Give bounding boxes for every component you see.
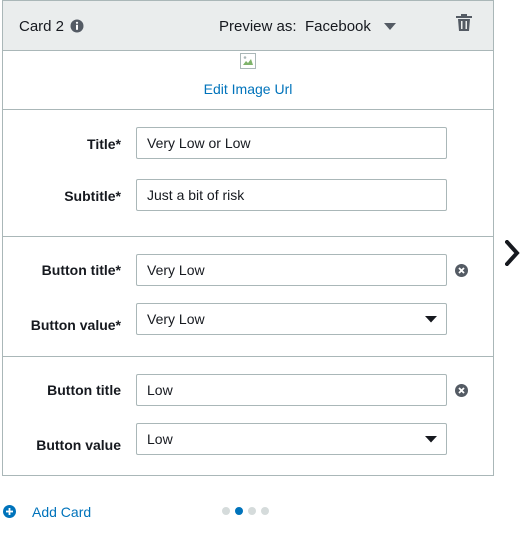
caret-down-icon[interactable] — [384, 23, 396, 31]
button-title-label: Button title* — [41, 262, 121, 278]
button-value-select[interactable]: Low — [136, 423, 447, 455]
subtitle-label: Subtitle* — [64, 188, 121, 204]
chevron-right-icon[interactable] — [505, 240, 520, 266]
button-value-selected: Low — [147, 431, 173, 447]
button-title-label: Button title — [47, 382, 121, 398]
plus-circle-icon — [3, 505, 16, 518]
card-editor: Card 2 Preview as: Facebook Edit Image U… — [2, 0, 494, 476]
pagination-dot[interactable] — [222, 507, 230, 515]
button-value-select[interactable]: Very Low — [136, 303, 447, 335]
trash-icon[interactable] — [456, 14, 472, 31]
info-icon[interactable] — [70, 19, 84, 33]
pagination-dot[interactable] — [235, 507, 243, 515]
add-card-label: Add Card — [32, 504, 92, 520]
title-section: Title* Very Low or Low Subtitle* Just a … — [3, 111, 493, 237]
remove-icon[interactable] — [455, 384, 468, 397]
preview-select[interactable]: Facebook — [305, 18, 371, 35]
image-section: Edit Image Url — [3, 51, 493, 110]
subtitle-input[interactable]: Just a bit of risk — [136, 179, 447, 211]
button-value-selected: Very Low — [147, 311, 205, 327]
button-section-2: Button title Low Button value Low — [3, 357, 493, 475]
edit-image-url-link[interactable]: Edit Image Url — [3, 81, 493, 97]
button-section-1: Button title* Very Low Button value* Ver… — [3, 237, 493, 357]
button-title-input[interactable]: Very Low — [136, 254, 447, 286]
title-label: Title* — [87, 136, 121, 152]
pagination-dot[interactable] — [248, 507, 256, 515]
button-value-label: Button value* — [30, 317, 121, 333]
card-title: Card 2 — [19, 18, 65, 35]
card-header: Card 2 Preview as: Facebook — [3, 1, 493, 51]
caret-down-icon — [425, 436, 437, 443]
title-input[interactable]: Very Low or Low — [136, 127, 447, 159]
broken-image-icon — [240, 53, 256, 69]
button-value-label: Button value — [36, 437, 121, 453]
remove-icon[interactable] — [455, 264, 468, 277]
pagination-dot[interactable] — [261, 507, 269, 515]
button-title-input[interactable]: Low — [136, 374, 447, 406]
preview-label: Preview as: — [219, 18, 297, 35]
caret-down-icon — [425, 316, 437, 323]
